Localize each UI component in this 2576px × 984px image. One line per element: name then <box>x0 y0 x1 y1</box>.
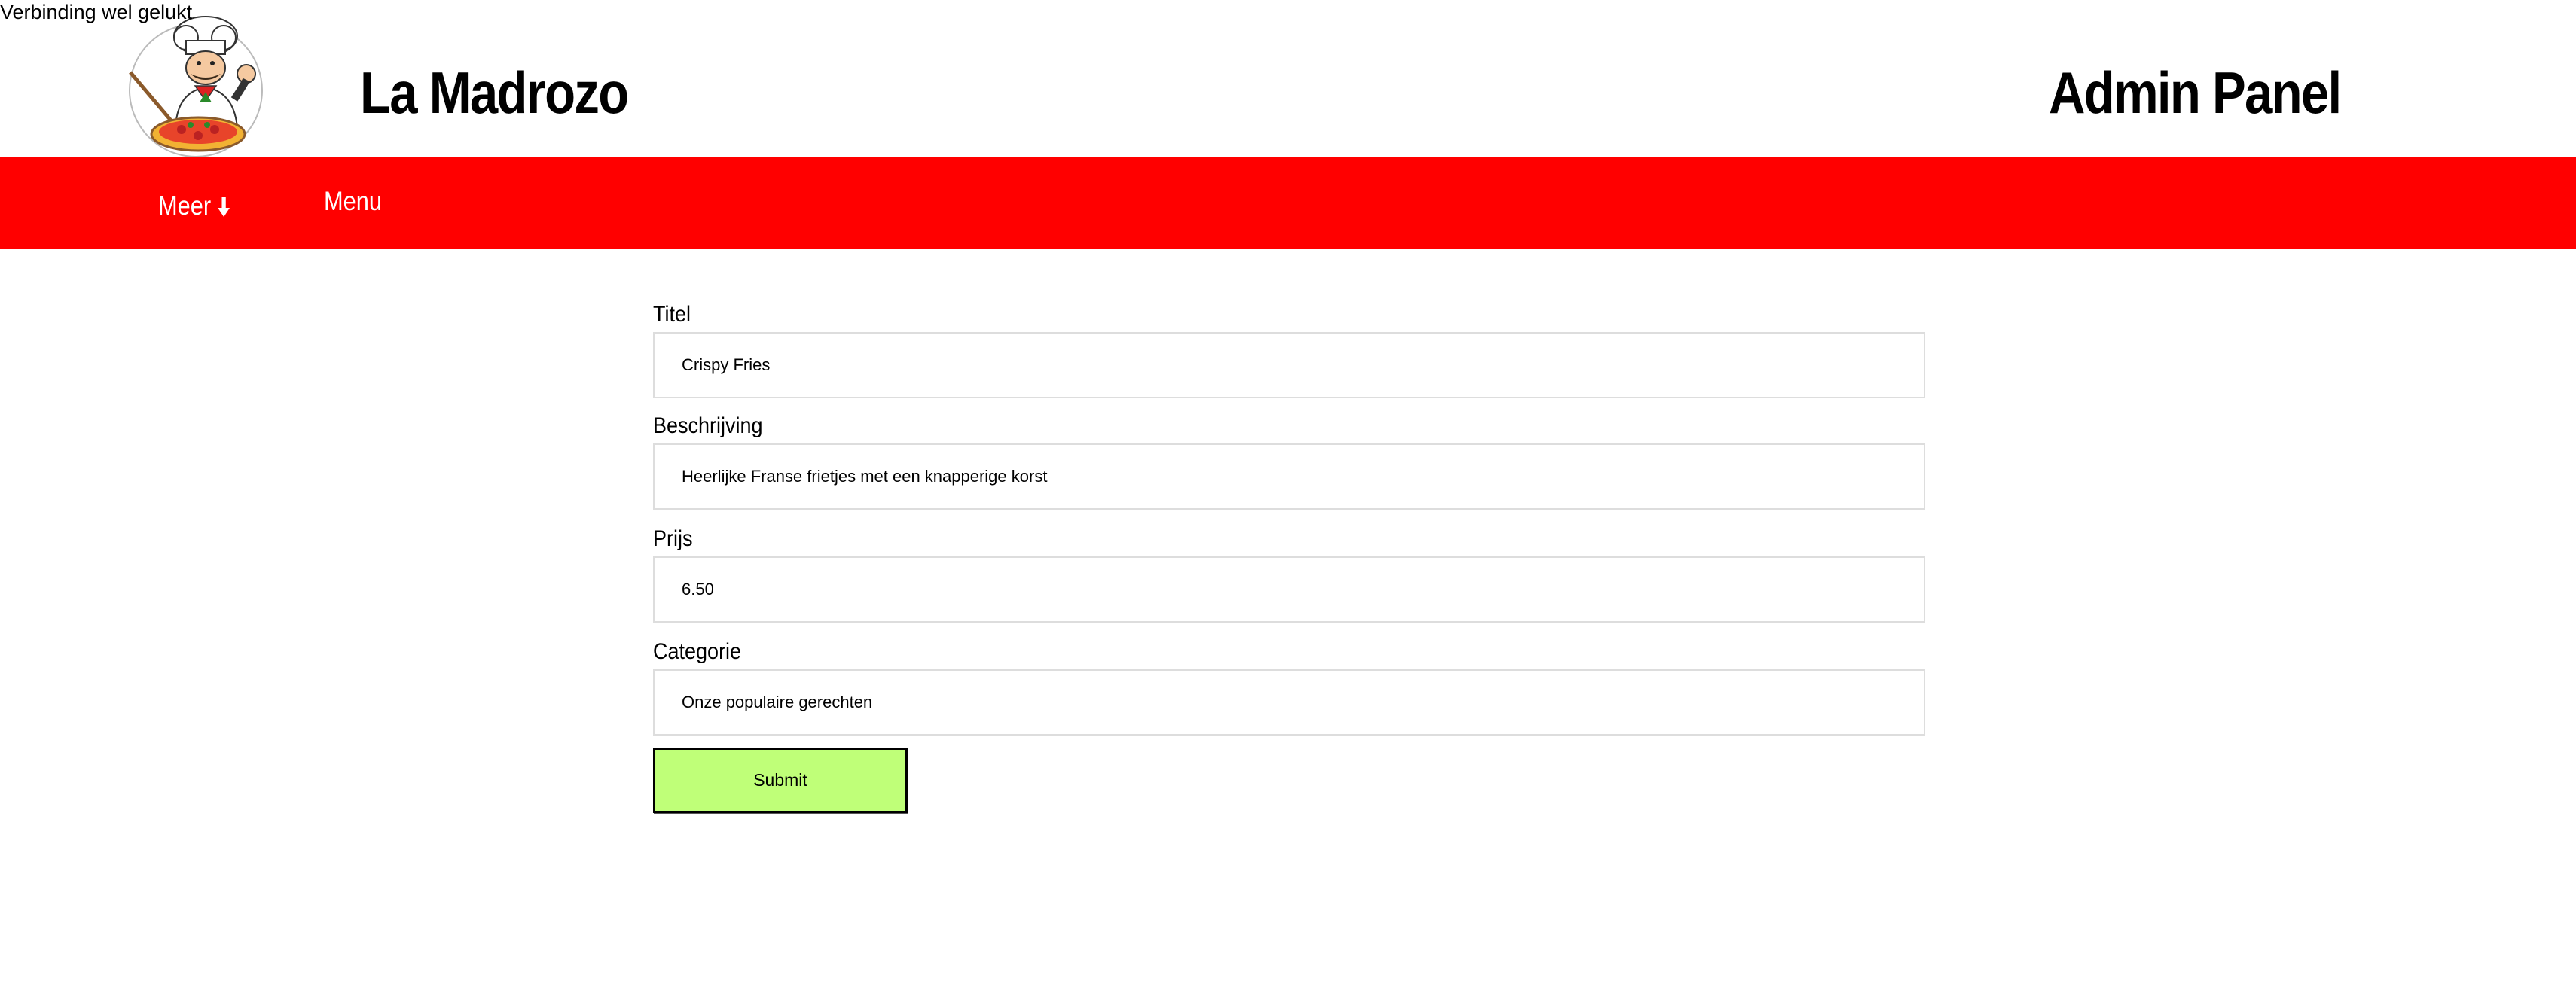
titel-input[interactable] <box>653 332 1925 398</box>
prijs-label: Prijs <box>653 526 693 551</box>
categorie-label: Categorie <box>653 639 742 664</box>
connection-status-text: Verbinding wel gelukt <box>0 1 193 23</box>
main-nav: Meer Menu <box>0 157 2576 249</box>
admin-panel-title: Admin Panel <box>2049 59 2342 126</box>
site-header: La Madrozo Admin Panel <box>0 0 2576 157</box>
titel-label: Titel <box>653 302 691 327</box>
prijs-input[interactable] <box>653 556 1925 623</box>
nav-item-menu[interactable]: Menu <box>324 156 382 248</box>
nav-item-meer[interactable]: Meer <box>158 160 230 252</box>
nav-item-label: Meer <box>158 191 212 221</box>
beschrijving-label: Beschrijving <box>653 413 763 438</box>
site-title: La Madrozo <box>360 59 629 126</box>
field-beschrijving: Beschrijving <box>653 409 1926 510</box>
field-titel: Titel <box>653 297 1926 398</box>
beschrijving-input[interactable] <box>653 443 1925 510</box>
field-categorie: Categorie <box>653 635 1926 736</box>
arrow-down-icon <box>217 195 230 218</box>
nav-item-label: Menu <box>324 187 383 216</box>
categorie-input[interactable] <box>653 669 1925 736</box>
menu-item-form: Titel Beschrijving Prijs Categorie Submi… <box>653 297 1926 813</box>
submit-button[interactable]: Submit <box>653 748 908 813</box>
field-prijs: Prijs <box>653 522 1926 623</box>
chef-pizza-logo <box>117 8 271 157</box>
